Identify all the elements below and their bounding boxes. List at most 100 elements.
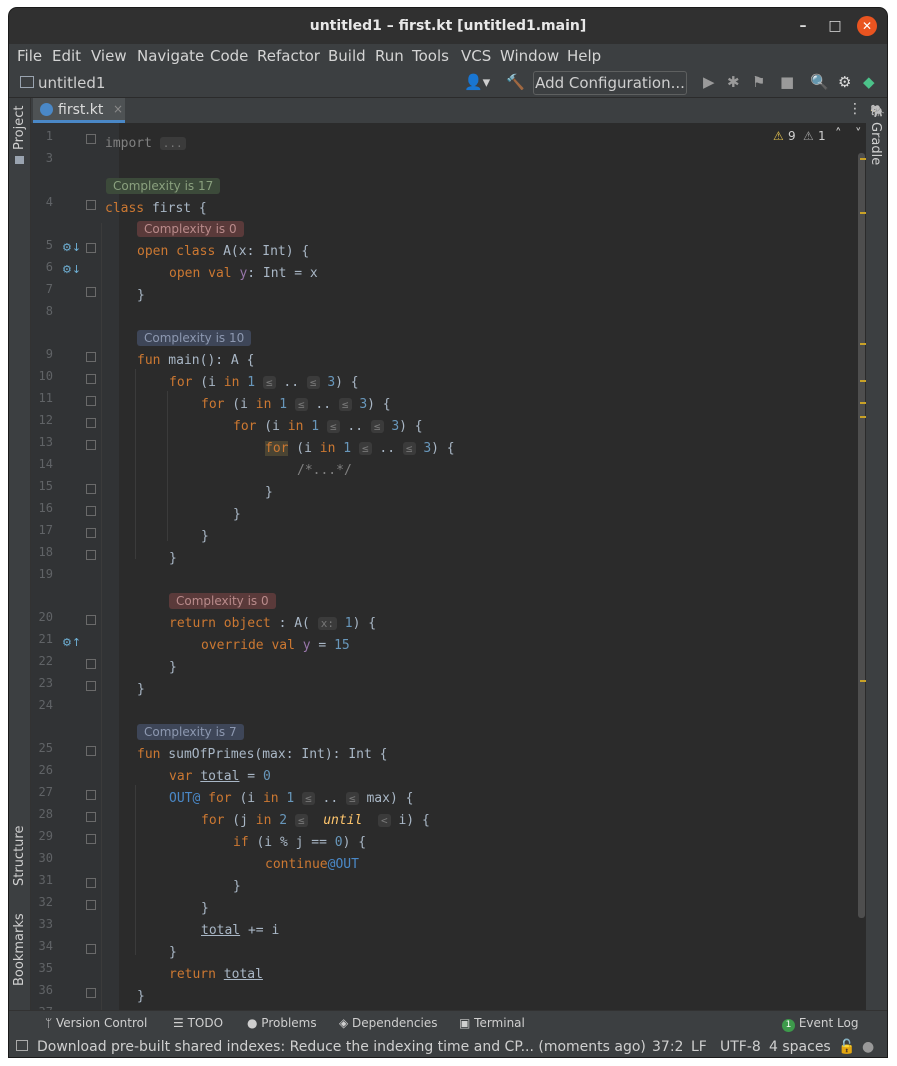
event-log-count-badge: 1 — [782, 1019, 795, 1032]
close-tab-icon[interactable]: × — [113, 102, 123, 116]
fold-marker[interactable] — [86, 352, 96, 362]
warning-stripe-mark[interactable] — [860, 680, 866, 682]
menu-build[interactable]: Build — [328, 47, 366, 65]
status-message[interactable]: Download pre-built shared indexes: Reduc… — [37, 1039, 646, 1055]
menu-file[interactable]: File — [17, 47, 42, 65]
menu-view[interactable]: View — [91, 47, 127, 65]
indent-setting[interactable]: 4 spaces — [769, 1039, 831, 1055]
run-icon[interactable]: ▶ — [703, 73, 715, 91]
search-icon[interactable]: 🔍 — [810, 73, 829, 91]
complexity-badge[interactable]: Complexity is 0 — [137, 221, 244, 237]
tab-first-kt[interactable]: first.kt × — [33, 98, 125, 123]
plugin-icon[interactable]: ◆ — [863, 73, 875, 91]
fold-marker[interactable] — [86, 659, 96, 669]
user-icon[interactable]: 👤▾ — [464, 73, 490, 91]
line-number: 36 — [38, 983, 53, 997]
code-line: OUT@ for (i in 1 ≤ .. ≤ max) { — [169, 791, 414, 806]
file-encoding[interactable]: UTF-8 — [720, 1039, 761, 1055]
memory-indicator-icon[interactable]: ● — [862, 1039, 874, 1055]
code-editor[interactable]: 1 3 4 5 6 7 8 9 10 11 12 13 14 15 16 17 … — [31, 123, 866, 1010]
coverage-icon[interactable]: ⚑ — [752, 73, 765, 91]
complexity-badge[interactable]: Complexity is 7 — [137, 724, 244, 740]
dependencies-tool-button[interactable]: ◈ Dependencies — [339, 1016, 437, 1030]
fold-marker[interactable] — [86, 615, 96, 625]
fold-marker[interactable] — [86, 790, 96, 800]
warning-icon[interactable]: ⚠ — [773, 129, 784, 143]
warning-stripe-mark[interactable] — [860, 402, 866, 404]
fold-marker[interactable] — [86, 134, 96, 144]
override-gutter-icon[interactable]: ⚙↓ — [62, 241, 81, 254]
warning-stripe-mark[interactable] — [860, 343, 866, 345]
event-log-tool-button[interactable]: 1 Event Log — [782, 1016, 858, 1032]
warning-stripe-mark[interactable] — [860, 158, 866, 160]
fold-marker[interactable] — [86, 746, 96, 756]
fold-marker[interactable] — [86, 878, 96, 888]
tab-options-icon[interactable]: ⋮ — [848, 101, 862, 117]
fold-marker[interactable] — [86, 440, 96, 450]
line-separator[interactable]: LF — [691, 1039, 707, 1055]
menu-help[interactable]: Help — [567, 47, 601, 65]
debug-icon[interactable]: ✱ — [727, 73, 740, 91]
add-configuration-button[interactable]: Add Configuration... — [533, 71, 687, 95]
fold-marker[interactable] — [86, 944, 96, 954]
problems-tool-button[interactable]: ● Problems — [247, 1016, 317, 1030]
weak-warning-icon[interactable]: ⚠ — [803, 129, 814, 143]
fold-marker[interactable] — [86, 243, 96, 253]
menu-refactor[interactable]: Refactor — [257, 47, 320, 65]
code-line: /*...*/ — [297, 463, 352, 478]
menu-run[interactable]: Run — [375, 47, 404, 65]
gradle-tool-button[interactable]: Gradle — [868, 122, 883, 165]
fold-marker[interactable] — [86, 287, 96, 297]
fold-marker[interactable] — [86, 506, 96, 516]
todo-tool-button[interactable]: ☰ TODO — [173, 1016, 223, 1030]
complexity-badge[interactable]: Complexity is 0 — [169, 593, 276, 609]
project-tool-button[interactable]: Project — [12, 106, 27, 150]
build-hammer-icon[interactable]: 🔨 — [506, 73, 525, 91]
close-button[interactable]: ✕ — [857, 16, 877, 36]
fold-marker[interactable] — [86, 484, 96, 494]
status-window-icon[interactable] — [16, 1040, 28, 1051]
code-line: for (i in 1 ≤ .. ≤ 3) { — [265, 441, 455, 456]
menu-navigate[interactable]: Navigate — [137, 47, 204, 65]
menu-vcs[interactable]: VCS — [461, 47, 491, 65]
stop-icon[interactable]: ■ — [780, 73, 794, 91]
gear-icon[interactable]: ⚙ — [838, 73, 851, 91]
next-problem-icon[interactable]: ˅ — [855, 127, 862, 142]
fold-marker[interactable] — [86, 374, 96, 384]
fold-marker[interactable] — [86, 528, 96, 538]
menu-edit[interactable]: Edit — [52, 47, 81, 65]
minimize-button[interactable]: – — [793, 16, 813, 36]
warning-stripe-mark[interactable] — [860, 212, 866, 214]
fold-marker[interactable] — [86, 812, 96, 822]
project-breadcrumb[interactable]: untitled1 — [38, 74, 105, 92]
fold-marker[interactable] — [86, 418, 96, 428]
caret-position[interactable]: 37:2 — [652, 1039, 683, 1055]
fold-marker[interactable] — [86, 550, 96, 560]
warning-stripe-mark[interactable] — [860, 380, 866, 382]
version-control-tool-button[interactable]: ᛘ Version Control — [45, 1016, 147, 1030]
complexity-badge[interactable]: Complexity is 10 — [137, 330, 252, 346]
warning-stripe-mark[interactable] — [860, 416, 866, 418]
complexity-badge[interactable]: Complexity is 17 — [106, 178, 221, 194]
menu-window[interactable]: Window — [500, 47, 559, 65]
fold-marker[interactable] — [86, 988, 96, 998]
terminal-tool-button[interactable]: ▣ Terminal — [459, 1016, 525, 1030]
maximize-button[interactable]: □ — [825, 16, 845, 36]
menu-tools[interactable]: Tools — [412, 47, 449, 65]
editor-scrollbar[interactable] — [858, 153, 865, 918]
code-line: open class A(x: Int) { — [137, 244, 310, 259]
override-gutter-icon[interactable]: ⚙↓ — [62, 263, 81, 276]
bookmarks-tool-button[interactable]: Bookmarks — [12, 913, 27, 986]
fold-marker[interactable] — [86, 396, 96, 406]
implements-gutter-icon[interactable]: ⚙↑ — [62, 636, 81, 649]
fold-marker[interactable] — [86, 200, 96, 210]
menu-code[interactable]: Code — [210, 47, 248, 65]
line-number: 11 — [38, 391, 53, 405]
structure-tool-button[interactable]: Structure — [12, 826, 27, 886]
fold-marker[interactable] — [86, 900, 96, 910]
fold-marker[interactable] — [86, 681, 96, 691]
line-number: 7 — [45, 282, 53, 296]
fold-marker[interactable] — [86, 834, 96, 844]
lock-icon[interactable]: 🔓 — [838, 1039, 855, 1055]
previous-problem-icon[interactable]: ˄ — [835, 127, 842, 142]
